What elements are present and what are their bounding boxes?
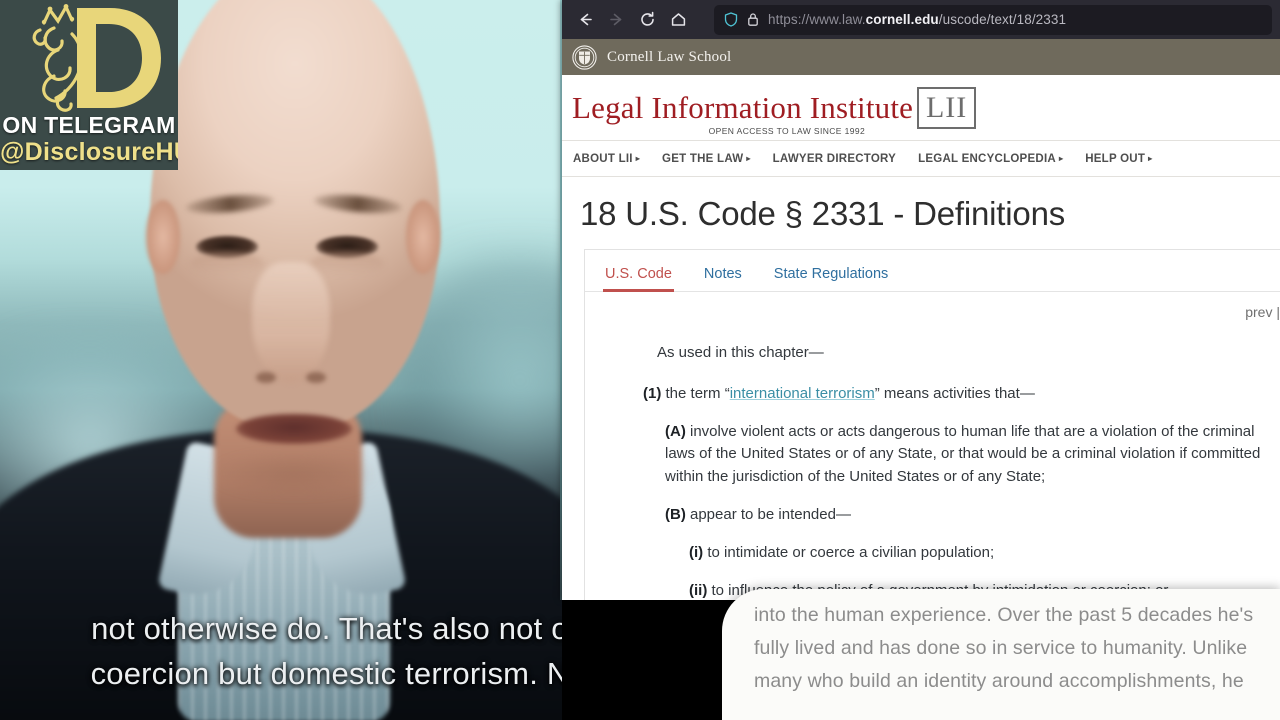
caret-right-icon: ▸ [1148,153,1153,163]
statute-marker: (A) [665,422,686,440]
cornell-seal-icon[interactable] [572,44,597,70]
tab-state-regulations[interactable]: State Regulations [772,262,904,291]
reload-button[interactable] [632,4,663,35]
home-button[interactable] [663,4,694,35]
lii-badge-label: LII [925,90,968,124]
nav-item-lawyer-directory[interactable]: LAWYER DIRECTORY [773,153,896,165]
caret-right-icon: ▸ [746,153,751,163]
address-bar[interactable]: https://www.law.cornell.edu/uscode/text/… [714,4,1272,35]
forward-button[interactable] [601,4,632,35]
page-title: 18 U.S. Code § 2331 - Definitions [580,195,1066,232]
statute-item-B: (B) appear to be intended— [665,504,1280,527]
back-button[interactable] [570,4,601,35]
nav-label: ABOUT LII [573,152,633,165]
telegram-watermark-badge: ON TELEGRAM @DisclosureHUB [0,0,178,170]
ear-left [146,200,180,274]
statute-item-A: (A) involve violent acts or acts dangero… [665,421,1280,489]
browser-window: https://www.law.cornell.edu/uscode/text/… [562,0,1280,600]
statute-text: As used in this chapter— (1) the term “i… [585,324,1280,600]
caption-line-2: fully lived and has done so in service t… [754,637,1248,659]
international-terrorism-link[interactable]: international terrorism [730,385,875,402]
telegram-label: ON TELEGRAM [2,112,176,138]
nostril-right [306,372,326,383]
nav-label: HELP OUT [1085,152,1146,165]
lii-tagline: OPEN ACCESS TO LAW SINCE 1992 [708,126,866,136]
eyelid-left [190,252,264,276]
padlock-icon[interactable] [747,12,759,27]
nav-item-help-out[interactable]: HELP OUT ▸ [1085,153,1152,165]
caret-right-icon: ▸ [1058,153,1064,163]
nav-label: LEGAL ENCYCLOPEDIA [918,152,1056,165]
url-path: /uscode/text/18/2331 [938,12,1067,27]
chin-shadow [214,452,374,496]
caret-right-icon: ▸ [635,153,641,163]
statute-item-i: (i) to intimidate or coerce a civilian p… [689,542,1280,565]
statute-marker: (ii) [689,581,708,599]
screenshot-stage: ON TELEGRAM @DisclosureHUB not otherwise… [0,0,1280,720]
nav-label: GET THE LAW [662,152,744,165]
statute-item-1: (1) the term “international terrorism” m… [643,383,1280,406]
url-domain: cornell.edu [865,12,939,27]
tab-us-code[interactable]: U.S. Code [603,262,688,292]
statute-post: ” means activities that— [874,384,1035,402]
shield-icon[interactable] [724,12,738,27]
statute-marker: (1) [643,384,662,402]
statute-body: involve violent acts or acts dangerous t… [665,422,1261,486]
lii-badge[interactable]: LII [917,86,977,129]
statute-marker: (B) [665,505,686,523]
cornell-university-bar: Cornell Law School [562,39,1280,75]
cornell-law-school-label: Cornell Law School [607,48,732,65]
url-text[interactable]: https://www.law.cornell.edu/uscode/text/… [768,12,1066,27]
ear-right [406,200,440,274]
url-scheme: https://www.law. [768,12,866,27]
nose [252,262,330,382]
transcript-caption-card: into the human experience. Over the past… [722,589,1280,720]
caption-line-3: many who build an identity around accomp… [754,670,1244,692]
statute-body: to intimidate or coerce a civilian popul… [703,543,995,561]
statute-marker: (i) [689,543,704,561]
caption-text: into the human experience. Over the past… [722,589,1280,698]
nav-item-about-lii[interactable]: ABOUT LII ▸ [573,153,640,165]
nav-item-get-the-law[interactable]: GET THE LAW ▸ [662,153,751,165]
content-tabs: U.S. Code Notes State Regulations [585,250,1280,292]
tab-notes[interactable]: Notes [702,262,758,291]
browser-toolbar: https://www.law.cornell.edu/uscode/text/… [562,0,1280,39]
telegram-handle: @DisclosureHUB [0,138,178,166]
mouth [236,414,352,444]
statute-body: appear to be intended— [685,505,851,523]
statute-content-card: U.S. Code Notes State Regulations prev |… [584,249,1280,600]
lii-logo[interactable]: Legal Information Institute OPEN ACCESS … [572,90,914,136]
section-pager: prev | [585,292,1280,324]
lii-title: Legal Information Institute [572,90,914,125]
lii-main-nav: ABOUT LII ▸ GET THE LAW ▸ LAWYER DIRECTO… [562,141,1280,177]
eyelid-right [310,252,384,276]
caption-line-1: into the human experience. Over the past… [754,604,1254,626]
nostril-left [256,372,276,383]
statute-pre: the term “ [661,384,730,402]
statute-intro: As used in this chapter— [657,344,824,361]
disclosure-monogram-icon [0,2,178,114]
nav-label: LAWYER DIRECTORY [772,152,897,165]
lii-masthead: Legal Information Institute OPEN ACCESS … [562,75,1280,141]
prev-link[interactable]: prev | [1245,304,1280,320]
nav-item-legal-encyclopedia[interactable]: LEGAL ENCYCLOPEDIA ▸ [918,153,1063,165]
